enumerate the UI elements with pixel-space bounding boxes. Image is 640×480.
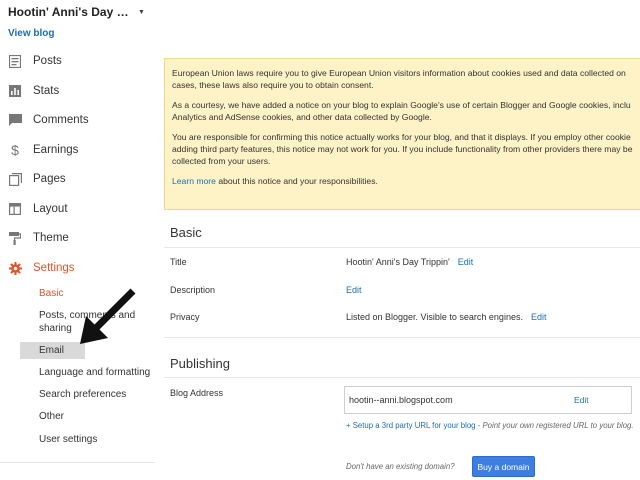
setup-third-party-url-link[interactable]: + Setup a 3rd party URL for your blog [346, 421, 476, 430]
sidebar-item-pages[interactable]: Pages [0, 167, 155, 191]
blog-title: Hootin' Anni's Day Tripp... [8, 5, 130, 19]
divider [164, 247, 640, 248]
layout-icon [8, 202, 22, 216]
description-edit-link[interactable]: Edit [346, 285, 362, 295]
description-label: Description [170, 285, 216, 295]
sidebar: Hootin' Anni's Day Tripp... ▼ View blog … [0, 0, 155, 480]
sidebar-item-comments[interactable]: Comments [0, 108, 155, 132]
sidebar-item-stats[interactable]: Stats [0, 79, 155, 103]
posts-icon [8, 54, 22, 68]
blog-address-edit-link[interactable]: Edit [574, 395, 589, 405]
view-blog-link[interactable]: View blog [8, 28, 55, 39]
stats-icon [8, 84, 22, 98]
settings-posts-link-line2[interactable]: sharing [39, 322, 72, 335]
sidebar-item-layout[interactable]: Layout [0, 197, 155, 221]
eu-cookie-notice: European Union laws require you to give … [164, 58, 640, 210]
sidebar-item-posts[interactable]: Posts [0, 49, 155, 73]
pages-icon [8, 172, 22, 186]
privacy-edit-link[interactable]: Edit [531, 312, 547, 322]
divider [164, 377, 640, 378]
sidebar-item-theme[interactable]: Theme [0, 226, 155, 250]
blog-address-label: Blog Address [170, 388, 224, 398]
basic-heading: Basic [170, 225, 202, 240]
sidebar-item-label: Pages [33, 173, 66, 185]
blog-selector[interactable]: Hootin' Anni's Day Tripp... ▼ [8, 5, 148, 19]
title-edit-link[interactable]: Edit [458, 257, 474, 267]
privacy-label: Privacy [170, 312, 200, 322]
blog-address-value: hootin--anni.blogspot.com [349, 395, 453, 405]
sidebar-item-label: Earnings [33, 144, 79, 156]
sidebar-item-label: Posts [33, 55, 62, 67]
sidebar-item-settings[interactable]: Settings [0, 256, 155, 280]
comments-icon [8, 113, 22, 127]
paint-roller-icon [8, 231, 22, 245]
privacy-row: Listed on Blogger. Visible to search eng… [346, 312, 546, 322]
buy-domain-button[interactable]: Buy a domain [472, 456, 535, 477]
publishing-heading: Publishing [170, 356, 230, 371]
sidebar-item-label: Stats [33, 85, 60, 97]
settings-search-link[interactable]: Search preferences [39, 388, 126, 401]
notice-paragraph: As a courtesy, we have added a notice on… [172, 100, 631, 122]
title-row: Hootin' Anni's Day Trippin' Edit [346, 257, 473, 267]
sidebar-item-label: Layout [33, 203, 68, 215]
dropdown-caret-icon: ▼ [138, 8, 145, 16]
third-party-url-note: + Setup a 3rd party URL for your blog - … [346, 421, 634, 430]
sidebar-divider [0, 462, 155, 463]
divider [164, 337, 640, 338]
notice-paragraph: You are responsible for confirming this … [172, 132, 633, 166]
sidebar-item-label: Settings [33, 262, 75, 274]
earnings-icon: $ [11, 142, 19, 158]
privacy-value: Listed on Blogger. Visible to search eng… [346, 312, 523, 322]
title-label: Title [170, 257, 187, 267]
settings-basic-link[interactable]: Basic [39, 287, 63, 300]
notice-paragraph: European Union laws require you to give … [172, 68, 626, 90]
sidebar-item-earnings[interactable]: $ Earnings [0, 138, 155, 162]
blog-address-box: hootin--anni.blogspot.com Edit [344, 386, 632, 414]
title-value: Hootin' Anni's Day Trippin' [346, 257, 450, 267]
pointer-arrow-icon [80, 288, 136, 344]
settings-user-link[interactable]: User settings [39, 433, 97, 446]
gear-icon [8, 261, 22, 275]
sidebar-item-label: Theme [33, 232, 69, 244]
notice-learn-more: Learn more about this notice and your re… [172, 176, 378, 187]
description-row: Edit [346, 285, 362, 295]
sidebar-item-label: Comments [33, 114, 89, 126]
learn-more-link[interactable]: Learn more [172, 176, 216, 186]
settings-other-link[interactable]: Other [39, 410, 64, 423]
settings-language-link[interactable]: Language and formatting [39, 366, 150, 379]
no-domain-text: Don't have an existing domain? [346, 462, 455, 471]
